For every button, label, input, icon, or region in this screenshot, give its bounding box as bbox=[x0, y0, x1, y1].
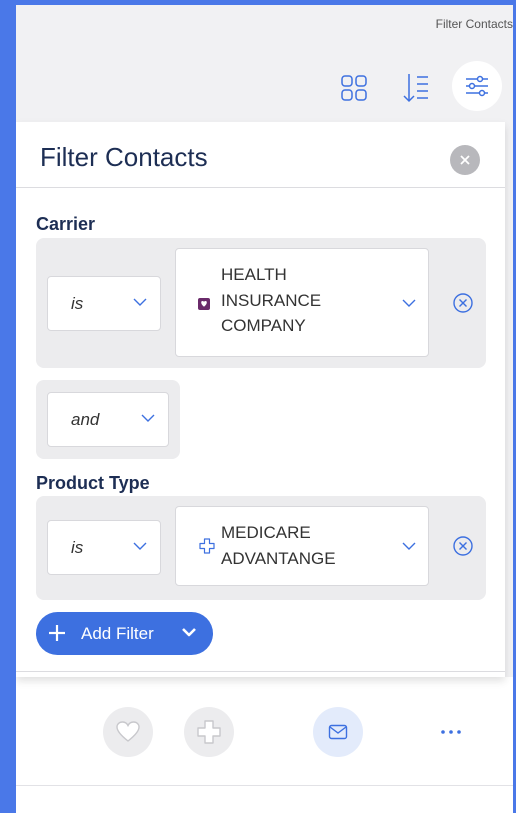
panel-header: Filter Contacts bbox=[16, 122, 505, 188]
filter-settings-icon[interactable] bbox=[452, 61, 502, 111]
product-operator-select[interactable]: is bbox=[47, 520, 161, 575]
logic-operator-select[interactable]: and bbox=[47, 392, 169, 447]
logic-operator-value: and bbox=[71, 409, 100, 429]
contacts-page: Filter Contacts Filter Contacts Carrier … bbox=[16, 5, 513, 813]
logic-operator-row: and bbox=[36, 380, 180, 459]
add-health-plan-button[interactable] bbox=[184, 707, 234, 757]
carrier-operator-value: is bbox=[71, 293, 84, 313]
product-type-label: Product Type bbox=[36, 473, 150, 493]
mail-icon bbox=[328, 724, 348, 740]
remove-product-filter-icon[interactable] bbox=[452, 535, 474, 557]
chevron-down-icon bbox=[182, 628, 196, 637]
carrier-label: Carrier bbox=[36, 214, 96, 234]
contact-card-actions bbox=[16, 677, 513, 813]
add-filter-button[interactable]: Add Filter bbox=[36, 612, 213, 655]
carrier-logo-icon bbox=[198, 298, 210, 310]
chevron-down-icon bbox=[141, 414, 155, 422]
heart-icon bbox=[116, 721, 140, 742]
chevron-down-icon bbox=[402, 299, 416, 307]
panel-divider bbox=[16, 671, 505, 672]
window-frame-top bbox=[0, 0, 516, 5]
top-toolbar: Filter Contacts bbox=[16, 5, 513, 125]
chevron-down-icon bbox=[133, 298, 147, 306]
medical-cross-icon bbox=[197, 720, 221, 744]
close-panel-button[interactable] bbox=[450, 145, 480, 175]
carrier-filter-row: is HEALTH INSURANCE COMPANY bbox=[36, 238, 486, 368]
plus-icon bbox=[49, 625, 65, 641]
carrier-value-text: HEALTH INSURANCE COMPANY bbox=[221, 265, 322, 335]
product-value-select[interactable]: MEDICARE ADVANTANGE bbox=[175, 506, 429, 586]
more-icon bbox=[441, 730, 461, 734]
chevron-down-icon bbox=[133, 542, 147, 550]
carrier-operator-select[interactable]: is bbox=[47, 276, 161, 331]
medical-cross-icon bbox=[199, 538, 215, 554]
product-type-filter-row: is MEDICARE ADVANTANGE bbox=[36, 496, 486, 600]
panel-title: Filter Contacts bbox=[40, 142, 208, 172]
more-options-button[interactable] bbox=[426, 707, 476, 757]
remove-carrier-filter-icon[interactable] bbox=[452, 292, 474, 314]
favorite-button[interactable] bbox=[103, 707, 153, 757]
close-icon bbox=[460, 155, 470, 165]
grid-view-icon[interactable] bbox=[334, 68, 374, 108]
product-value-text: MEDICARE ADVANTANGE bbox=[221, 523, 336, 568]
email-button[interactable] bbox=[313, 707, 363, 757]
page-header-label: Filter Contacts bbox=[435, 17, 513, 31]
sort-icon[interactable] bbox=[396, 68, 436, 108]
divider bbox=[16, 785, 513, 786]
chevron-down-icon bbox=[402, 542, 416, 550]
carrier-value-select[interactable]: HEALTH INSURANCE COMPANY bbox=[175, 248, 429, 357]
add-filter-label: Add Filter bbox=[81, 624, 154, 643]
filter-contacts-panel: Filter Contacts Carrier is HEALTH INSURA… bbox=[16, 122, 505, 677]
window-frame-left bbox=[0, 0, 16, 813]
product-operator-value: is bbox=[71, 537, 84, 557]
